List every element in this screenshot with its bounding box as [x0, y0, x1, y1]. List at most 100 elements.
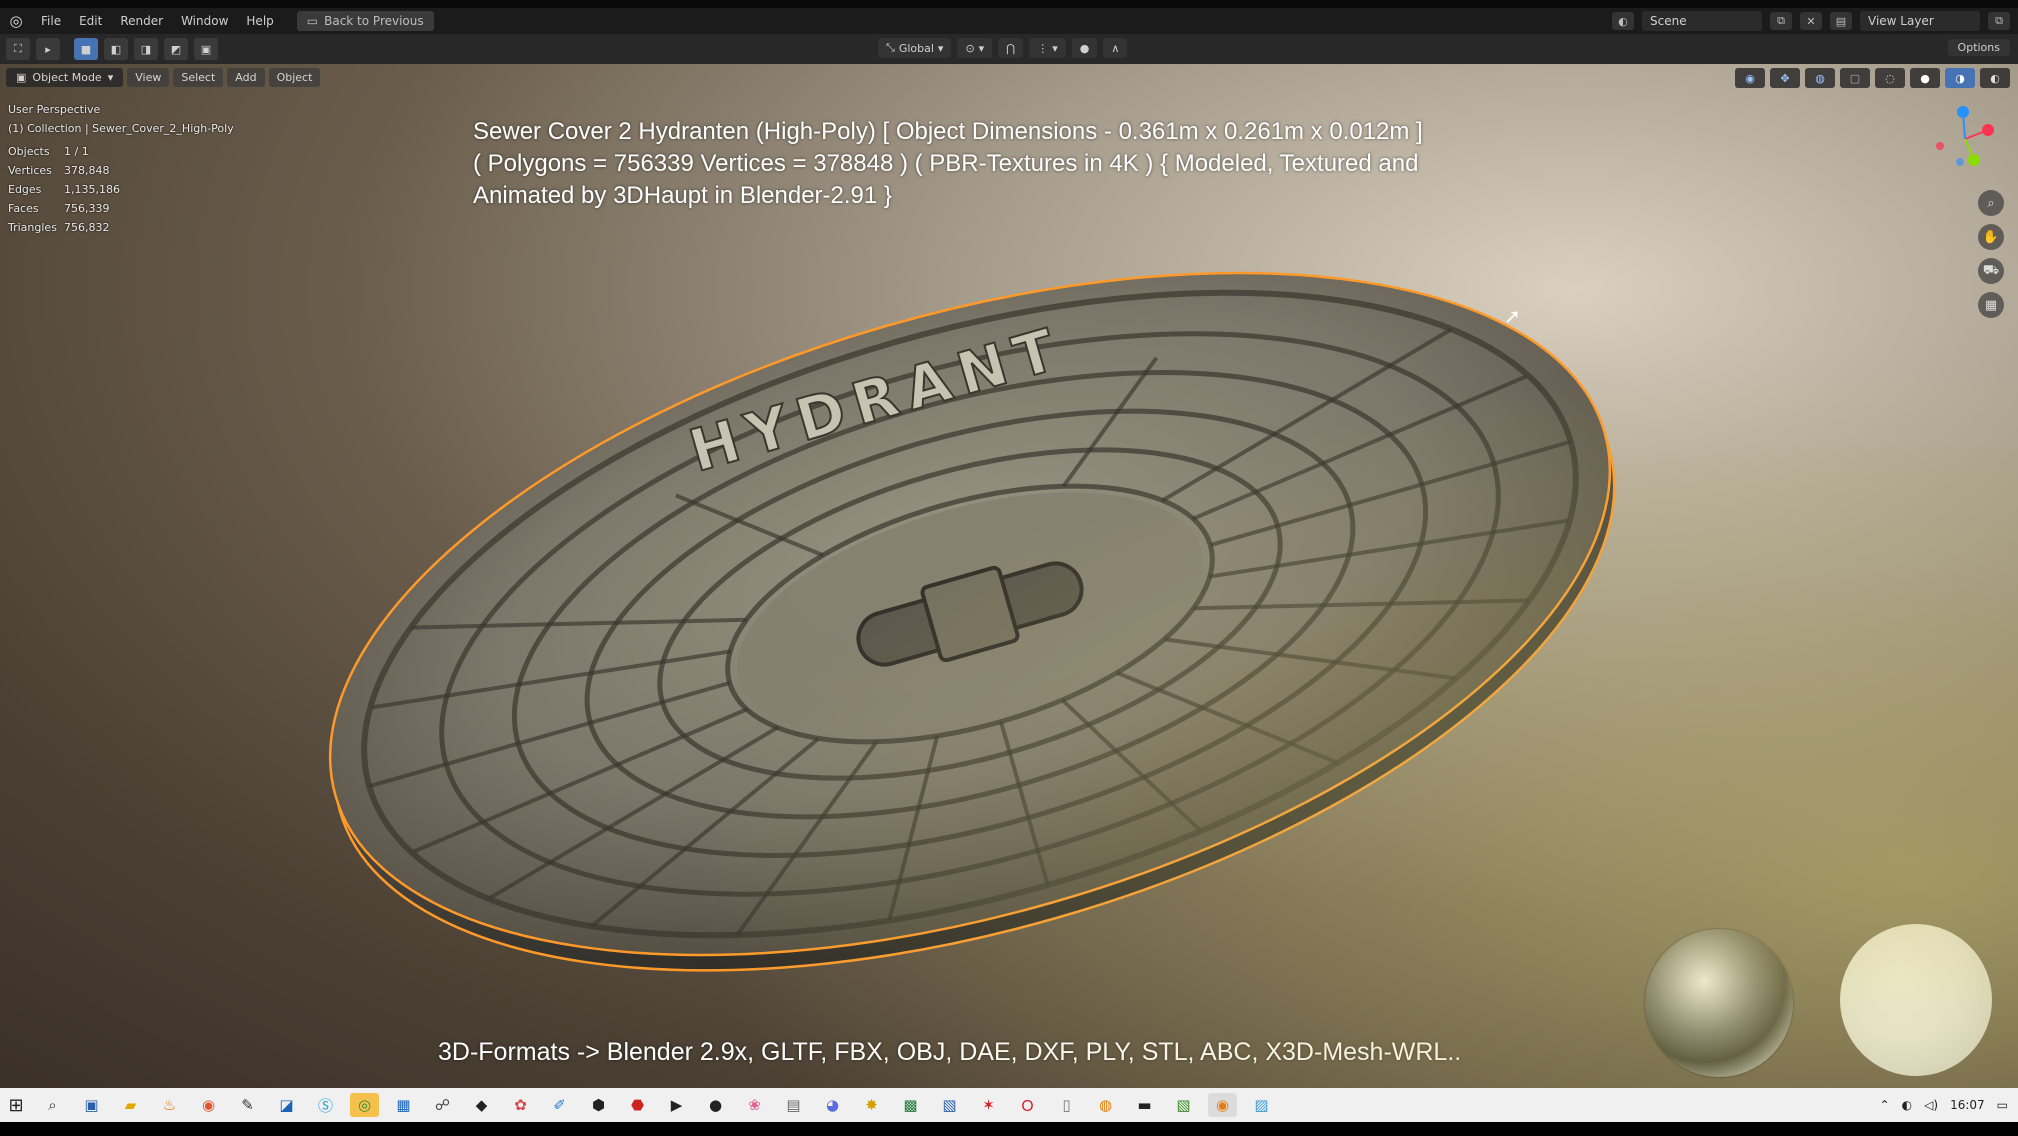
- select-intersect-icon[interactable]: ▣: [194, 38, 218, 60]
- overlays-toggle-icon[interactable]: ◍: [1805, 68, 1835, 88]
- chrome-icon[interactable]: ◎: [350, 1093, 379, 1117]
- menu-help[interactable]: Help: [237, 14, 282, 28]
- pan-hand-icon[interactable]: ✋: [1978, 224, 2004, 250]
- windows-start-icon[interactable]: ⊞: [0, 1095, 32, 1116]
- neg-z-axis-handle[interactable]: [1956, 158, 1964, 166]
- options-dropdown[interactable]: Options: [1947, 39, 2010, 56]
- clock[interactable]: 16:07: [1950, 1098, 1985, 1112]
- view-layer-icon[interactable]: ▤: [1830, 12, 1852, 30]
- snap-toggle[interactable]: ⋂: [998, 38, 1024, 58]
- object-menu[interactable]: Object: [268, 68, 321, 87]
- delete-scene-icon[interactable]: ✕: [1800, 12, 1822, 30]
- star-app-icon[interactable]: ✸: [857, 1093, 886, 1117]
- blender-active-icon[interactable]: ◉: [1208, 1093, 1237, 1117]
- search-icon[interactable]: ⌕: [38, 1093, 67, 1117]
- select-invert-icon[interactable]: ◩: [164, 38, 188, 60]
- viewport-shading-controls: ◉ ✥ ◍ ▢ ◌ ● ◑ ◐: [1735, 68, 2010, 88]
- menu-file[interactable]: File: [32, 14, 70, 28]
- product-description-overlay: Sewer Cover 2 Hydranten (High-Poly) [ Ob…: [473, 116, 1473, 212]
- archive-app-icon[interactable]: ▤: [779, 1093, 808, 1117]
- image-viewer-icon[interactable]: ▨: [1247, 1093, 1276, 1117]
- object-mode-dropdown[interactable]: ▣ Object Mode ▾: [6, 68, 124, 87]
- menu-render[interactable]: Render: [111, 14, 172, 28]
- scene-controls: ◐ Scene ⧉ ✕ ▤ View Layer ⧉: [1612, 8, 2018, 34]
- grid-toggle-icon[interactable]: ▦: [1978, 292, 2004, 318]
- video-app-icon[interactable]: ▶: [662, 1093, 691, 1117]
- xray-toggle-icon[interactable]: ▢: [1840, 68, 1870, 88]
- volume-icon[interactable]: ◁): [1924, 1098, 1938, 1112]
- firefox-icon[interactable]: ◉: [194, 1093, 223, 1117]
- network-app-icon[interactable]: ☍: [428, 1093, 457, 1117]
- flame-app-icon[interactable]: ♨: [155, 1093, 184, 1117]
- new-view-layer-icon[interactable]: ⧉: [1988, 12, 2010, 30]
- network-icon[interactable]: ◐: [1902, 1098, 1912, 1112]
- select-tool-icon[interactable]: ▸: [36, 38, 60, 60]
- stat-value: 378,848: [64, 164, 110, 177]
- y-axis-handle[interactable]: [1968, 154, 1980, 166]
- new-scene-icon[interactable]: ⧉: [1770, 12, 1792, 30]
- stat-value: 756,832: [64, 221, 110, 234]
- word-icon[interactable]: ▧: [935, 1093, 964, 1117]
- chevron-up-icon[interactable]: ⌃: [1880, 1098, 1890, 1112]
- blender-taskbar-icon[interactable]: ◍: [1091, 1093, 1120, 1117]
- blender-logo-icon[interactable]: ◎: [0, 12, 32, 30]
- proportional-edit-toggle[interactable]: ●: [1071, 38, 1098, 58]
- unity-icon[interactable]: ◆: [467, 1093, 496, 1117]
- wireframe-shading-icon[interactable]: ◌: [1875, 68, 1905, 88]
- skype-icon[interactable]: Ⓢ: [311, 1093, 340, 1117]
- notes-app-icon[interactable]: ✎: [233, 1093, 262, 1117]
- transform-controls: ⤡ Global ▾ ⊙ ▾ ⋂ ⋮ ▾ ● ∧: [878, 38, 1128, 58]
- visibility-icon[interactable]: ◉: [1735, 68, 1765, 88]
- terminal-app-icon[interactable]: ▬: [1130, 1093, 1159, 1117]
- editor-type-icon[interactable]: ⛶: [6, 38, 30, 60]
- select-extend-icon[interactable]: ◧: [104, 38, 128, 60]
- gizmo-toggle-icon[interactable]: ✥: [1770, 68, 1800, 88]
- dark-disc-app-icon[interactable]: ●: [701, 1093, 730, 1117]
- pivot-dropdown[interactable]: ⊙ ▾: [957, 38, 993, 58]
- 3d-viewport[interactable]: ▣ Object Mode ▾ View Select Add Object ◉…: [0, 64, 2018, 1088]
- green-app-icon[interactable]: ▧: [1169, 1093, 1198, 1117]
- opera-icon[interactable]: Ｏ: [1013, 1093, 1042, 1117]
- orb-app-icon[interactable]: ◕: [818, 1093, 847, 1117]
- select-box-icon[interactable]: ■: [74, 38, 98, 60]
- material-preview-shading-icon[interactable]: ◑: [1945, 68, 1975, 88]
- select-subtract-icon[interactable]: ◨: [134, 38, 158, 60]
- red-cube-app-icon[interactable]: ⬣: [623, 1093, 652, 1117]
- sewer-cover-model[interactable]: HYDRANT: [300, 244, 1640, 1024]
- z-axis-handle[interactable]: [1957, 106, 1969, 118]
- rendered-shading-icon[interactable]: ◐: [1980, 68, 2010, 88]
- viewport-statistics: User Perspective (1) Collection | Sewer_…: [8, 100, 234, 237]
- navigation-gizmo[interactable]: [1930, 104, 2000, 174]
- bug-app-icon[interactable]: ✶: [974, 1093, 1003, 1117]
- neg-x-axis-handle[interactable]: [1936, 142, 1944, 150]
- folder-icon[interactable]: ▰: [116, 1093, 145, 1117]
- select-menu[interactable]: Select: [173, 68, 224, 87]
- paint-app-icon[interactable]: ✿: [506, 1093, 535, 1117]
- snap-dropdown[interactable]: ⋮ ▾: [1029, 38, 1066, 58]
- view-menu[interactable]: View: [127, 68, 170, 87]
- back-to-previous-button[interactable]: ▭ Back to Previous: [296, 11, 434, 31]
- solid-shading-icon[interactable]: ●: [1910, 68, 1940, 88]
- document-app-icon[interactable]: ▯: [1052, 1093, 1081, 1117]
- add-menu[interactable]: Add: [227, 68, 265, 87]
- notification-icon[interactable]: ▭: [1997, 1098, 2008, 1112]
- outlook-icon[interactable]: ◪: [272, 1093, 301, 1117]
- orientation-dropdown[interactable]: ⤡ Global ▾: [878, 38, 952, 58]
- falloff-dropdown[interactable]: ∧: [1103, 38, 1128, 58]
- view-layer-field[interactable]: View Layer: [1860, 11, 1980, 31]
- scene-selector-icon[interactable]: ◐: [1612, 12, 1634, 30]
- menu-window[interactable]: Window: [172, 14, 237, 28]
- menu-edit[interactable]: Edit: [70, 14, 111, 28]
- cube-app-icon[interactable]: ⬢: [584, 1093, 613, 1117]
- save-app-icon[interactable]: ▣: [77, 1093, 106, 1117]
- excel-icon[interactable]: ▩: [896, 1093, 925, 1117]
- camera-view-icon[interactable]: ⛟: [1978, 258, 2004, 284]
- x-axis-handle[interactable]: [1982, 124, 1994, 136]
- calculator-icon[interactable]: ▦: [389, 1093, 418, 1117]
- draw-app-icon[interactable]: ✐: [545, 1093, 574, 1117]
- stat-row: Faces 756,339: [8, 199, 234, 218]
- proportional-icon: ●: [1079, 41, 1090, 55]
- zoom-icon[interactable]: ⌕: [1978, 190, 2004, 216]
- scene-field[interactable]: Scene: [1642, 11, 1762, 31]
- pink-app-icon[interactable]: ❀: [740, 1093, 769, 1117]
